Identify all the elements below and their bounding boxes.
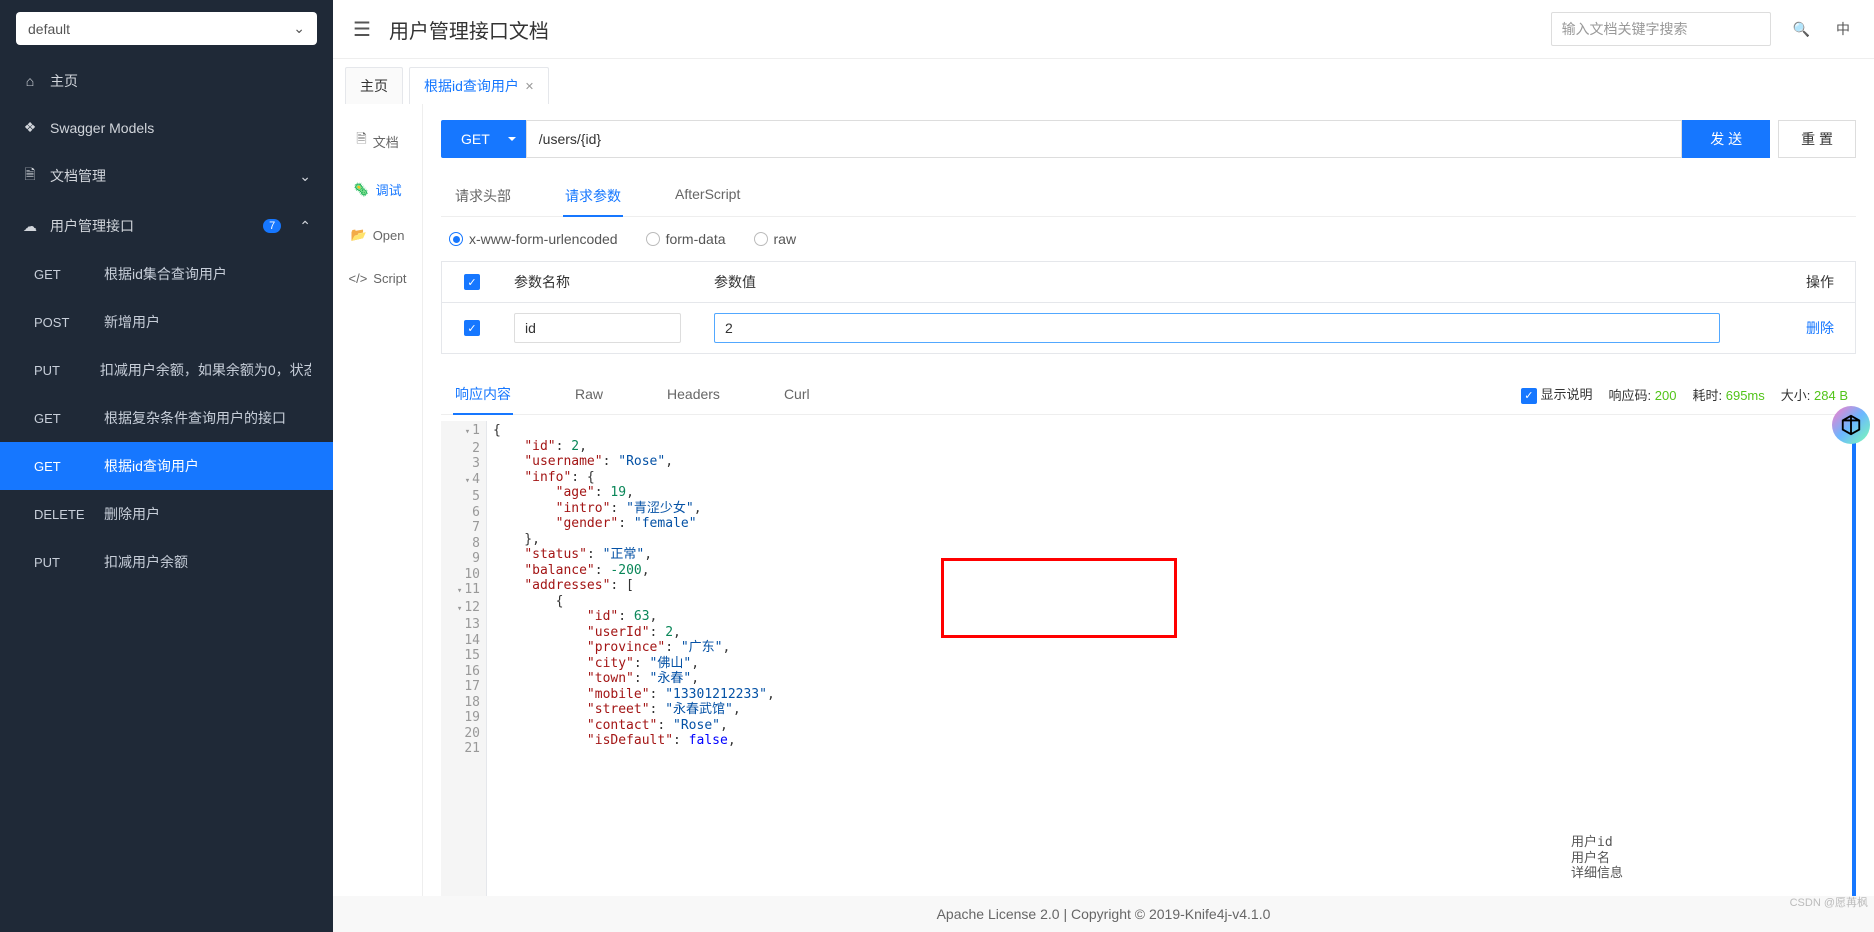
request-subtabs: 请求头部 请求参数 AfterScript xyxy=(441,176,1856,217)
chevron-up-icon: ⌃ xyxy=(299,218,311,235)
tab-response-raw[interactable]: Raw xyxy=(573,376,605,412)
http-method-select[interactable]: GET xyxy=(441,120,526,158)
api-item-create-user[interactable]: POST新增用户 xyxy=(0,298,333,346)
sidebar: default ⌄ ⌂ 主页 ❖ Swagger Models 🗎 文档管理 ⌄… xyxy=(0,0,333,932)
topbar: ☰ 用户管理接口文档 输入文档关键字搜索 🔍 中 xyxy=(333,0,1874,59)
nav-label: 用户管理接口 xyxy=(50,216,134,236)
bug-icon: 🦠 xyxy=(353,182,369,198)
group-selector-value: default xyxy=(28,21,70,37)
send-button[interactable]: 发 送 xyxy=(1682,120,1770,158)
th-action: 操作 xyxy=(1785,262,1855,302)
nav-home[interactable]: ⌂ 主页 xyxy=(0,57,333,105)
debug-panel: GET /users/{id} 发 送 重 置 请求头部 请求参数 AfterS… xyxy=(423,104,1874,932)
cloud-icon: ☁ xyxy=(22,218,38,235)
api-item-deduct-balance-cond[interactable]: PUT扣减用户余额，如果余额为0，状态... xyxy=(0,346,333,394)
th-param-value: 参数值 xyxy=(702,262,1785,302)
radio-formdata[interactable]: form-data xyxy=(646,231,726,247)
code-icon: </> xyxy=(348,271,367,286)
nav-swagger-models[interactable]: ❖ Swagger Models xyxy=(0,105,333,150)
mode-debug[interactable]: 🦠调试 xyxy=(333,166,422,213)
checkbox-all[interactable]: ✓ xyxy=(464,274,480,290)
response-subtabs: 响应内容 Raw Headers Curl ✓ 显示说明 响应码: 200 耗时… xyxy=(441,374,1856,415)
watermark: CSDN @愿苒枫 xyxy=(1790,894,1868,910)
cube-icon: ❖ xyxy=(22,119,38,136)
nav-label: 主页 xyxy=(50,71,78,91)
tab-get-by-id[interactable]: 根据id查询用户✕ xyxy=(409,67,549,104)
radio-urlencoded[interactable]: x-www-form-urlencoded xyxy=(449,231,618,247)
tab-response-curl[interactable]: Curl xyxy=(782,376,812,412)
reset-button[interactable]: 重 置 xyxy=(1778,120,1856,158)
menu-collapse-icon[interactable]: ☰ xyxy=(353,17,371,42)
url-input[interactable]: /users/{id} xyxy=(526,120,1682,158)
checkbox-row[interactable]: ✓ xyxy=(464,320,480,336)
mode-script[interactable]: </>Script xyxy=(333,257,422,300)
close-icon[interactable]: ✕ xyxy=(525,80,534,93)
response-meta: ✓ 显示说明 响应码: 200 耗时: 695ms 大小: 284 B xyxy=(1521,384,1856,404)
lang-toggle[interactable]: 中 xyxy=(1832,15,1854,43)
table-row: ✓ id 2 删除 xyxy=(442,303,1855,353)
nav-user-api[interactable]: ☁ 用户管理接口 7 ⌃ xyxy=(0,202,333,250)
float-badge-icon[interactable] xyxy=(1832,406,1870,444)
doc-icon: 🗎 xyxy=(22,164,38,188)
table-header-row: ✓ 参数名称 参数值 操作 xyxy=(442,262,1855,303)
radio-dot-icon xyxy=(646,232,660,246)
show-desc-checkbox[interactable]: ✓ xyxy=(1521,388,1537,404)
search-icon[interactable]: 🔍 xyxy=(1789,17,1814,42)
tab-response-body[interactable]: 响应内容 xyxy=(453,374,513,414)
response-code-area: 123456789101112131415161718192021 { "id"… xyxy=(441,421,1856,932)
api-item-deduct-balance[interactable]: PUT扣减用户余额 xyxy=(0,538,333,586)
tab-home[interactable]: 主页 xyxy=(345,67,403,104)
mode-tabs: 🗎文档 🦠调试 📂Open </>Script xyxy=(333,104,423,932)
tab-afterscript[interactable]: AfterScript xyxy=(673,176,742,216)
home-icon: ⌂ xyxy=(22,73,38,89)
th-param-name: 参数名称 xyxy=(502,262,702,302)
nav-doc-manage[interactable]: 🗎 文档管理 ⌄ xyxy=(0,150,333,202)
nav-label: 文档管理 xyxy=(50,166,106,186)
tab-response-headers[interactable]: Headers xyxy=(665,376,722,412)
param-value-input[interactable]: 2 xyxy=(714,313,1720,343)
page-title: 用户管理接口文档 xyxy=(389,15,1533,44)
mode-doc[interactable]: 🗎文档 xyxy=(333,116,422,166)
param-name-input[interactable]: id xyxy=(514,313,681,343)
count-badge: 7 xyxy=(263,219,281,233)
footer: Apache License 2.0 | Copyright © 2019-Kn… xyxy=(333,896,1874,932)
search-input[interactable]: 输入文档关键字搜索 xyxy=(1551,12,1771,46)
radio-dot-icon xyxy=(449,232,463,246)
api-item-delete-user[interactable]: DELETE删除用户 xyxy=(0,490,333,538)
body-type-radios: x-www-form-urlencoded form-data raw xyxy=(449,231,1856,247)
api-item-get-by-id[interactable]: GET根据id查询用户 xyxy=(0,442,333,490)
page-tabs: 主页 根据id查询用户✕ xyxy=(333,67,1874,104)
document-icon: 🗎 xyxy=(356,130,366,152)
tab-headers[interactable]: 请求头部 xyxy=(453,176,513,216)
nav-label: Swagger Models xyxy=(50,120,154,136)
main: ☰ 用户管理接口文档 输入文档关键字搜索 🔍 中 主页 根据id查询用户✕ 🗎文… xyxy=(333,0,1874,932)
chevron-down-icon: ⌄ xyxy=(299,168,311,185)
folder-icon: 📂 xyxy=(351,227,367,243)
mode-open[interactable]: 📂Open xyxy=(333,213,422,257)
group-selector[interactable]: default ⌄ xyxy=(16,12,317,45)
tab-params[interactable]: 请求参数 xyxy=(563,176,623,216)
radio-dot-icon xyxy=(754,232,768,246)
param-table: ✓ 参数名称 参数值 操作 ✓ id 2 删除 xyxy=(441,261,1856,354)
delete-row-link[interactable]: 删除 xyxy=(1806,318,1834,338)
chevron-down-icon: ⌄ xyxy=(293,20,305,37)
api-item-complex-query[interactable]: GET根据复杂条件查询用户的接口 xyxy=(0,394,333,442)
api-item-get-by-ids[interactable]: GET根据id集合查询用户 xyxy=(0,250,333,298)
line-gutter: 123456789101112131415161718192021 xyxy=(441,421,487,932)
radio-raw[interactable]: raw xyxy=(754,231,797,247)
